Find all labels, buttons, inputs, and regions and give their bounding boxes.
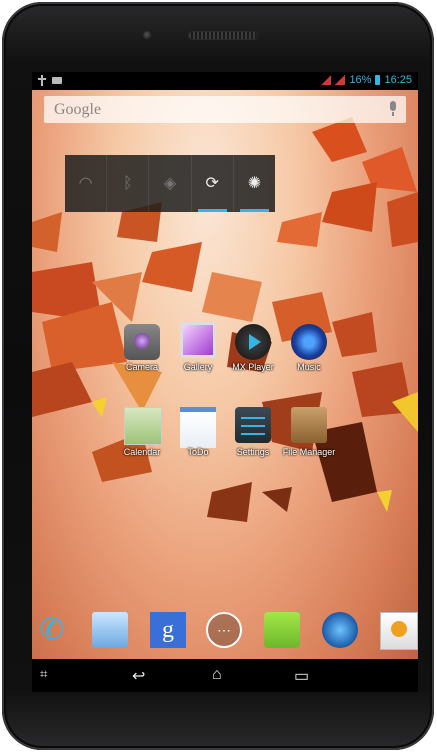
play-icon — [249, 334, 261, 350]
earpiece-speaker — [189, 32, 257, 39]
gps-icon: ◈ — [163, 174, 177, 192]
browser-icon[interactable] — [322, 612, 358, 648]
app-label-file-manager: File Manager — [282, 447, 336, 457]
front-camera — [143, 31, 152, 40]
back-icon[interactable]: ↩ — [132, 666, 145, 686]
file-manager-app-icon[interactable] — [291, 407, 327, 443]
battery-percent: 16% — [349, 74, 372, 86]
calendar-app-icon[interactable] — [124, 407, 162, 445]
usb-icon — [38, 75, 46, 86]
music-app-icon[interactable] — [291, 324, 327, 360]
settings-app-icon[interactable] — [235, 407, 271, 443]
gallery-app-icon[interactable] — [180, 322, 216, 358]
bluetooth-toggle[interactable]: ᛒ — [107, 155, 150, 212]
camera-app-icon[interactable] — [124, 324, 160, 360]
status-bar: 16% 16:25 — [32, 72, 418, 90]
clock: 16:25 — [384, 74, 412, 86]
slider-line — [241, 433, 265, 435]
navigation-bar: ⌗ ↩ ⌂ ▭ — [32, 659, 418, 692]
google-search-icon[interactable]: g — [150, 612, 186, 648]
sync-toggle[interactable]: ⟳ — [192, 155, 234, 212]
slider-line — [241, 417, 265, 419]
screenshot-icon[interactable]: ⌗ — [40, 666, 47, 682]
messaging-icon[interactable] — [264, 612, 300, 648]
tablet-device: 16% 16:25 Google ◠ ᛒ ◈ ⟳ ✺ Camera Galler… — [2, 2, 434, 750]
brightness-icon: ✺ — [247, 174, 262, 192]
home-icon[interactable]: ⌂ — [212, 666, 222, 684]
app-label-music: Music — [297, 362, 321, 372]
google-logo: Google — [54, 101, 102, 118]
contacts-icon[interactable] — [92, 612, 128, 648]
app-drawer-icon[interactable]: ⋯ — [206, 612, 242, 648]
notification-icon — [52, 77, 62, 84]
signal-icon — [321, 75, 332, 85]
wifi-toggle[interactable]: ◠ — [65, 155, 108, 212]
email-icon[interactable] — [380, 612, 418, 650]
phone-icon[interactable]: ✆ — [34, 612, 70, 648]
google-search-bar[interactable]: Google — [44, 96, 406, 123]
mx-player-app-icon[interactable] — [235, 324, 271, 360]
gps-toggle[interactable]: ◈ — [149, 155, 192, 212]
slider-line — [241, 425, 265, 427]
todo-app-icon[interactable] — [180, 407, 216, 448]
dock: ✆ g ⋯ — [32, 592, 418, 662]
battery-icon — [375, 75, 381, 85]
recent-apps-icon[interactable]: ▭ — [294, 666, 309, 686]
brightness-toggle[interactable]: ✺ — [234, 155, 275, 212]
power-control-widget: ◠ ᛒ ◈ ⟳ ✺ — [65, 155, 275, 212]
sync-icon: ⟳ — [205, 174, 219, 192]
wifi-icon: ◠ — [78, 174, 93, 192]
home-screen: 16% 16:25 Google ◠ ᛒ ◈ ⟳ ✺ Camera Galler… — [32, 72, 418, 692]
camera-lens-icon — [134, 333, 150, 349]
email-at-icon — [391, 621, 407, 637]
bluetooth-icon: ᛒ — [122, 174, 133, 192]
microphone-icon[interactable] — [390, 101, 396, 116]
signal-icon — [335, 75, 346, 85]
